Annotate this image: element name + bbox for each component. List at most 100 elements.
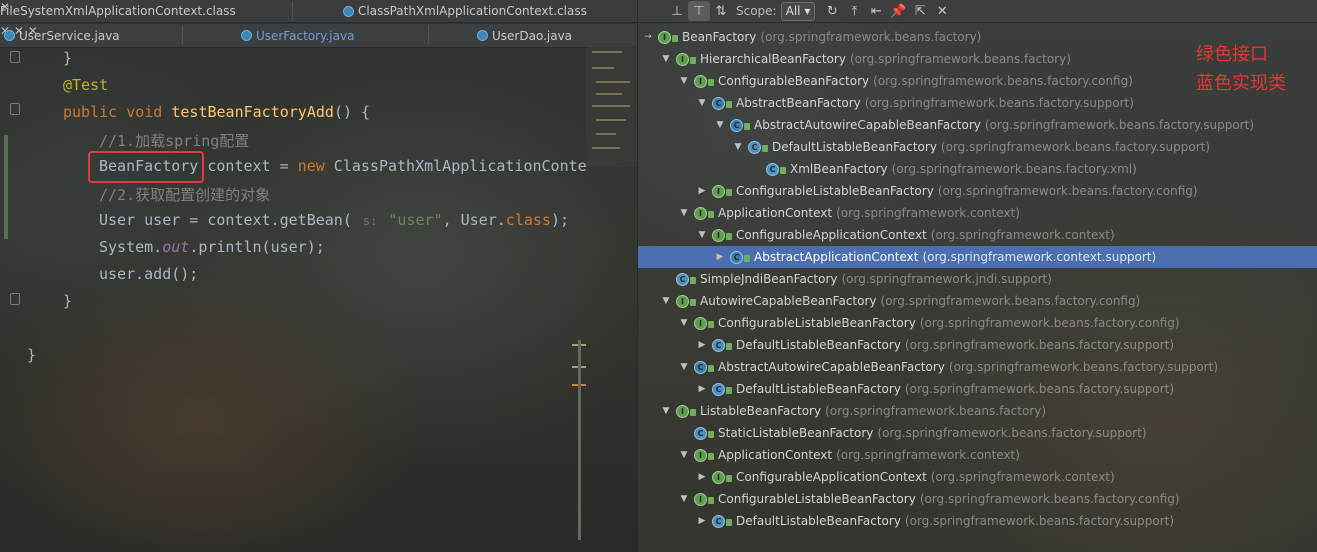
tree-class-name: DefaultListableBeanFactory	[772, 140, 937, 154]
tree-package-name: (org.springframework.context)	[836, 448, 1020, 462]
tree-row[interactable]: C SimpleJndiBeanFactory (org.springframewo…	[638, 268, 1317, 290]
tree-class-name: ApplicationContext	[718, 448, 833, 462]
class-file-icon	[4, 30, 15, 41]
tree-row[interactable]: ▼ I AutowireCapableBeanFactory (org.springf…	[638, 290, 1317, 312]
expanded-arrow-icon[interactable]: ▼	[678, 450, 690, 460]
expanded-arrow-icon[interactable]: ▼	[678, 76, 690, 86]
expanded-arrow-icon[interactable]: ▼	[714, 120, 726, 130]
tree-row[interactable]: ▶ C DefaultListableBeanFactory (org.springf…	[638, 510, 1317, 532]
abstract-icon: C	[730, 118, 743, 132]
tree-row[interactable]: C XmlBeanFactory (org.springframework.bean…	[638, 158, 1317, 180]
tree-class-name: SimpleJndiBeanFactory	[700, 272, 838, 286]
tab-classpathxmlapplicationcontext[interactable]: ClassPathXmlApplicationContext.class	[343, 0, 587, 22]
close-icon[interactable]: ✕	[931, 1, 953, 21]
supertypes-hierarchy-icon[interactable]: ⊤	[688, 1, 710, 21]
collapsed-arrow-icon[interactable]: ▶	[696, 186, 708, 196]
tree-row[interactable]: ▶ I ConfigurableApplicationContext (org.spr…	[638, 466, 1317, 488]
tree-package-name: (org.springframework.beans.factory.suppo…	[864, 96, 1134, 110]
public-access-icon	[708, 497, 714, 504]
tree-package-name: (org.springframework.beans.factory.confi…	[937, 184, 1198, 198]
tree-class-name: BeanFactory	[682, 30, 757, 44]
tree-row[interactable]: ▼ I ConfigurableApplicationContext (org.spr…	[638, 224, 1317, 246]
expanded-arrow-icon[interactable]: ▼	[678, 208, 690, 218]
pin-icon[interactable]: 📌	[887, 1, 909, 21]
expanded-arrow-icon[interactable]: ▼	[678, 494, 690, 504]
ide-window: FileSystemXmlApplicationContext.class ✕ …	[0, 0, 1317, 552]
tree-package-name: (org.springframework.beans.factory.suppo…	[940, 140, 1211, 154]
expanded-arrow-icon[interactable]: ▼	[678, 362, 690, 372]
expanded-arrow-icon[interactable]: ▼	[696, 230, 708, 240]
collapsed-arrow-icon[interactable]: ▶	[696, 384, 708, 394]
code-editor[interactable]: FileSystemXmlApplicationContext.class ✕ …	[0, 0, 637, 552]
tree-package-name: (org.springframework.context)	[836, 206, 1020, 220]
type-hierarchy-icon[interactable]: ⊥	[666, 1, 688, 21]
class-file-icon	[241, 30, 252, 41]
tree-package-name: (org.springframework.beans.factory.confi…	[919, 316, 1180, 330]
tree-class-name: DefaultListableBeanFactory	[736, 382, 901, 396]
scroll-to-source-icon[interactable]: ⤒	[843, 1, 865, 21]
expanded-arrow-icon[interactable]: ▼	[660, 296, 672, 306]
tree-row[interactable]: ▼ C AbstractAutowireCapableBeanFactory (org…	[638, 114, 1317, 136]
collapsed-arrow-icon[interactable]: ▶	[696, 516, 708, 526]
code-minimap[interactable]	[586, 47, 637, 167]
tree-row[interactable]: ▼ I ConfigurableListableBeanFactory (org.sp…	[638, 312, 1317, 334]
tree-row[interactable]: ▼ C DefaultListableBeanFactory (org.springf…	[638, 136, 1317, 158]
tab-userservice[interactable]: UserService.java	[4, 24, 120, 47]
class-file-icon	[343, 5, 354, 17]
scope-value: All	[785, 4, 801, 18]
tree-row[interactable]: ▶ C DefaultListableBeanFactory (org.springf…	[638, 378, 1317, 400]
public-access-icon	[708, 453, 714, 460]
minimap-line	[592, 67, 614, 69]
tree-row[interactable]: ▶ C DefaultListableBeanFactory (org.springf…	[638, 334, 1317, 356]
scrollbar-markers[interactable]	[572, 340, 586, 550]
hierarchy-tree[interactable]: → I BeanFactory (org.springframework.beans.…	[638, 26, 1317, 552]
tree-class-name: DefaultListableBeanFactory	[736, 514, 901, 528]
tree-row[interactable]: ▼ I ConfigurableListableBeanFactory (org.sp…	[638, 488, 1317, 510]
tab-label: FileSystemXmlApplicationContext.class	[0, 4, 236, 18]
expanded-arrow-icon[interactable]: ▼	[660, 54, 672, 64]
refresh-icon[interactable]: ↻	[821, 1, 843, 21]
tab-filesystemxmlapplicationcontext[interactable]: FileSystemXmlApplicationContext.class	[0, 0, 236, 22]
tree-row[interactable]: ▶ C AbstractApplicationContext (org.springf…	[638, 246, 1317, 268]
abstract-icon: C	[730, 250, 743, 264]
tree-row[interactable]: ▼ I ApplicationContext (org.springframework…	[638, 444, 1317, 466]
class-icon: C	[694, 426, 707, 440]
tree-row[interactable]: ▼ I ApplicationContext (org.springframework…	[638, 202, 1317, 224]
tree-package-name: (org.springframework.beans.factory.suppo…	[948, 360, 1219, 374]
tree-package-name: (org.springframework.beans.factory.confi…	[880, 294, 1141, 308]
collapse-all-icon[interactable]: ⇤	[865, 1, 887, 21]
expanded-arrow-icon[interactable]: ▼	[732, 142, 744, 152]
scope-label: Scope:	[736, 4, 777, 18]
expanded-arrow-icon[interactable]: ▼	[678, 318, 690, 328]
tree-row[interactable]: ▼ C AbstractBeanFactory (org.springframewor…	[638, 92, 1317, 114]
public-access-icon	[726, 519, 732, 526]
class-file-icon	[477, 30, 488, 41]
scrollbar[interactable]	[578, 340, 581, 540]
collapsed-arrow-icon[interactable]: ▶	[696, 340, 708, 350]
tree-class-name: StaticListableBeanFactory	[718, 426, 874, 440]
legend-class-note: 蓝色实现类	[1196, 73, 1286, 94]
class-icon: C	[676, 272, 689, 286]
minimap-line	[592, 147, 620, 149]
collapsed-arrow-icon[interactable]: ▶	[696, 472, 708, 482]
tab-userfactory[interactable]: UserFactory.java	[241, 24, 354, 47]
tab-userdao[interactable]: UserDao.java	[477, 24, 572, 47]
scope-dropdown[interactable]: All ▾	[780, 1, 816, 21]
tree-row[interactable]: C StaticListableBeanFactory (org.springfra…	[638, 422, 1317, 444]
collapsed-arrow-icon[interactable]: ▶	[714, 252, 726, 262]
subtypes-hierarchy-icon[interactable]: ⇅	[710, 1, 732, 21]
code-area[interactable]: } @Test public void testBeanFactoryAdd()…	[0, 47, 587, 552]
tree-row[interactable]: ▼ I ListableBeanFactory (org.springframewor…	[638, 400, 1317, 422]
editor-tab-bar: UserService.java ✕ UserFactory.java ✕ Us…	[0, 24, 637, 48]
tree-package-name: (org.springframework.beans.factory.suppo…	[877, 426, 1147, 440]
tree-row[interactable]: ▼ C AbstractAutowireCapableBeanFactory (org…	[638, 356, 1317, 378]
tab-divider	[292, 2, 293, 20]
open-in-window-icon[interactable]: ⇱	[909, 1, 931, 21]
tree-row[interactable]: ▶ I ConfigurableListableBeanFactory (org.sp…	[638, 180, 1317, 202]
expanded-arrow-icon[interactable]: ▼	[696, 98, 708, 108]
expanded-arrow-icon[interactable]: ▼	[660, 406, 672, 416]
tree-package-name: (org.springframework.context)	[930, 228, 1115, 242]
editor-tab-bar-top: FileSystemXmlApplicationContext.class ✕ …	[0, 0, 637, 23]
root-arrow-icon[interactable]: →	[642, 32, 654, 42]
code-line-4: //1.加载spring配置	[99, 132, 250, 150]
